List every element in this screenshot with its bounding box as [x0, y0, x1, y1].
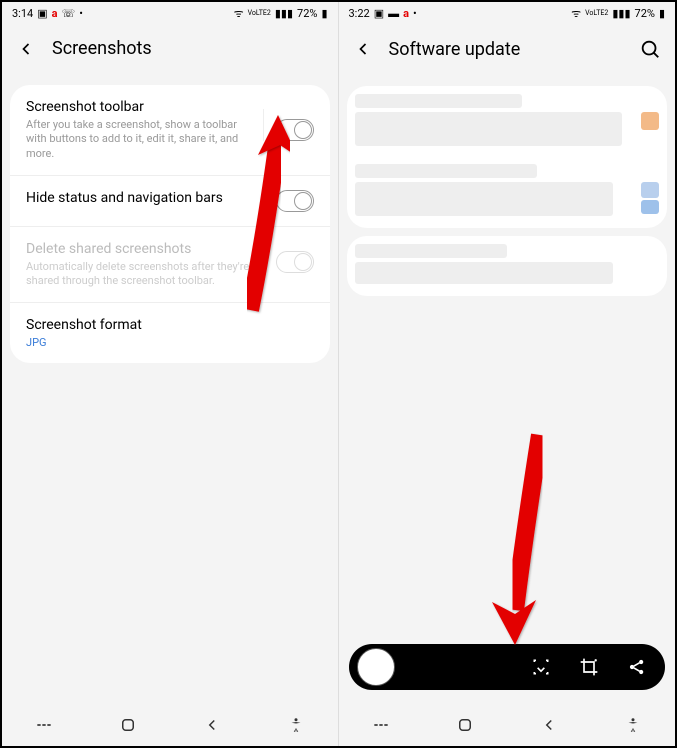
signal-icon: ▮▮▮ [612, 7, 630, 20]
wifi-icon: ᯤ [234, 6, 244, 21]
status-right: ᯤ VoLTE2 ▮▮▮ 72% ▮ [571, 6, 665, 21]
back-icon[interactable] [353, 39, 373, 59]
phone-icon: ☏ [62, 7, 76, 20]
battery-icon: ▮ [321, 7, 327, 20]
setting-value: JPG [26, 336, 314, 349]
nav-bar [339, 704, 676, 746]
crop-icon[interactable] [569, 647, 609, 687]
setting-desc: After you take a screenshot, show a tool… [26, 118, 251, 161]
wifi-icon: ᯤ [571, 6, 581, 21]
setting-screenshot-toolbar[interactable]: Screenshot toolbar After you take a scre… [10, 85, 330, 176]
phone-left: 3:14 ▣ a ☏ • ᯤ VoLTE2 ▮▮▮ 72% ▮ Screensh… [2, 2, 339, 746]
battery-text: 72% [297, 7, 317, 20]
airtel-icon: a [52, 7, 58, 20]
status-left: 3:22 ▣ ▬ a • [349, 7, 417, 20]
toolbar-thumbnail[interactable] [357, 648, 395, 686]
setting-delete-shared: Delete shared screenshots Automatically … [10, 227, 330, 304]
status-time: 3:14 [12, 7, 33, 20]
status-right: ᯤ VoLTE2 ▮▮▮ 72% ▮ [234, 6, 328, 21]
setting-format[interactable]: Screenshot format JPG [10, 303, 330, 363]
status-bar: 3:14 ▣ a ☏ • ᯤ VoLTE2 ▮▮▮ 72% ▮ [2, 2, 338, 24]
setting-title: Delete shared screenshots [26, 241, 264, 257]
status-time: 3:22 [349, 7, 370, 20]
lte-icon: VoLTE2 [585, 9, 608, 17]
battery-icon: ▮ [659, 7, 665, 20]
signal-icon: ▮▮▮ [275, 7, 293, 20]
page-title: Screenshots [52, 38, 324, 59]
status-bar: 3:22 ▣ ▬ a • ᯤ VoLTE2 ▮▮▮ 72% ▮ [339, 2, 676, 24]
nav-home-icon[interactable] [118, 715, 138, 735]
settings-card: Screenshot toolbar After you take a scre… [10, 85, 330, 363]
more-icon: • [79, 7, 83, 20]
nav-back-icon[interactable] [539, 715, 559, 735]
nav-back-icon[interactable] [202, 715, 222, 735]
chat-icon: ▬ [388, 7, 399, 20]
header: Software update [339, 24, 676, 78]
screenshot-toolbar [349, 644, 666, 690]
setting-title: Screenshot toolbar [26, 99, 251, 115]
page-title: Software update [389, 39, 624, 60]
airtel-icon: a [403, 7, 409, 20]
setting-hide-bars[interactable]: Hide status and navigation bars [10, 176, 330, 227]
update-card-1[interactable] [347, 86, 668, 228]
phone-right: 3:22 ▣ ▬ a • ᯤ VoLTE2 ▮▮▮ 72% ▮ Software… [339, 2, 676, 746]
nav-recents-icon[interactable] [371, 715, 391, 735]
nav-bar [2, 704, 338, 746]
update-card-2[interactable] [347, 236, 668, 296]
header: Screenshots [2, 24, 338, 77]
setting-title: Screenshot format [26, 317, 314, 333]
scroll-capture-icon[interactable] [521, 647, 561, 687]
nav-recents-icon[interactable] [34, 715, 54, 735]
more-icon: • [413, 7, 417, 20]
battery-text: 72% [635, 7, 655, 20]
nav-accessibility-icon[interactable] [286, 715, 306, 735]
status-left: 3:14 ▣ a ☏ • [12, 7, 83, 20]
gallery-icon: ▣ [37, 7, 47, 20]
setting-desc: Automatically delete screenshots after t… [26, 260, 264, 289]
toggle-delete-shared [276, 251, 314, 273]
nav-home-icon[interactable] [455, 715, 475, 735]
lte-icon: VoLTE2 [248, 9, 271, 17]
search-icon[interactable] [639, 38, 661, 60]
setting-title: Hide status and navigation bars [26, 190, 264, 206]
toggle-screenshot-toolbar[interactable] [276, 119, 314, 141]
share-icon[interactable] [617, 647, 657, 687]
gallery-icon: ▣ [374, 7, 384, 20]
nav-accessibility-icon[interactable] [623, 715, 643, 735]
back-icon[interactable] [16, 39, 36, 59]
toggle-hide-bars[interactable] [276, 190, 314, 212]
